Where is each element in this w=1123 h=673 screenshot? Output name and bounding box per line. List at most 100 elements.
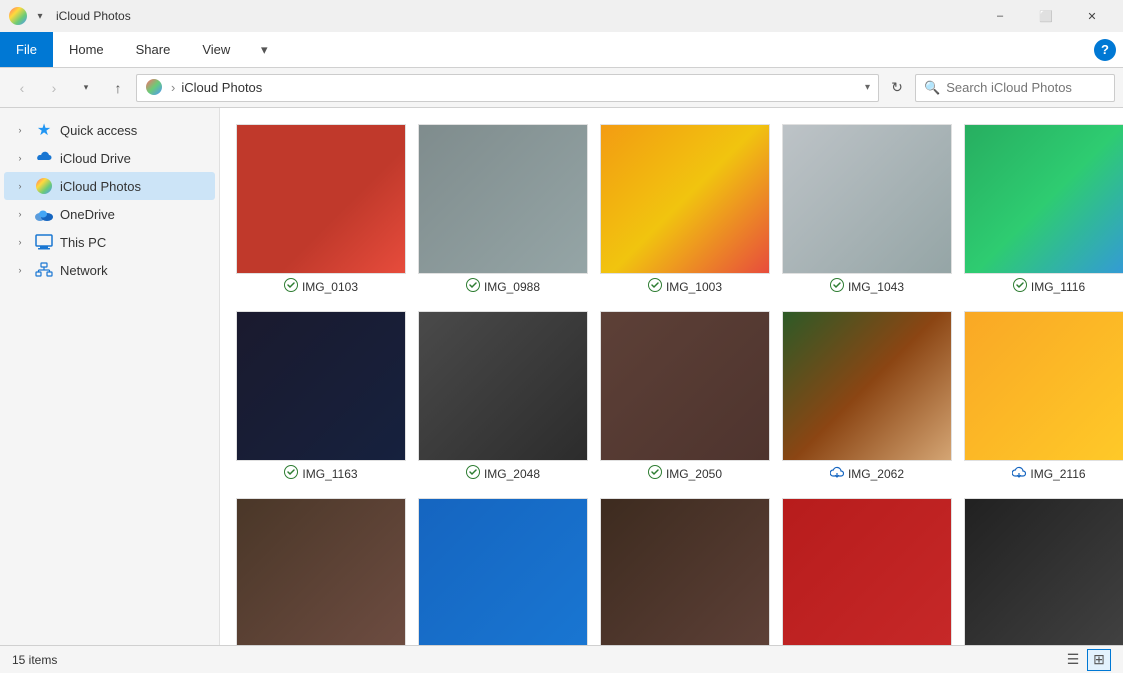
main-area: › ★ Quick access › iCloud Drive › xyxy=(0,108,1123,645)
photo-label: IMG_2050 xyxy=(648,465,722,482)
address-path[interactable]: › iCloud Photos ▾ xyxy=(136,74,879,102)
expand-icon: › xyxy=(12,122,28,138)
photo-filename: IMG_2048 xyxy=(484,467,540,481)
title-bar: ▾ iCloud Photos – ⬜ ✕ xyxy=(0,0,1123,32)
photo-item[interactable]: IMG_1003 xyxy=(600,124,770,295)
photo-label: IMG_1116 xyxy=(1013,278,1085,295)
app-icon xyxy=(8,6,28,26)
search-input[interactable] xyxy=(946,80,1122,95)
search-icon: 🔍 xyxy=(924,80,940,96)
photo-item[interactable]: IMG_0103 xyxy=(236,124,406,295)
minimize-button[interactable]: – xyxy=(977,0,1023,32)
sidebar-item-quick-access[interactable]: › ★ Quick access xyxy=(4,116,215,144)
up-button[interactable]: ↑ xyxy=(104,74,132,102)
photo-filename: IMG_0988 xyxy=(484,280,540,294)
photo-thumbnail xyxy=(782,498,952,645)
sidebar-item-label: iCloud Photos xyxy=(60,179,141,194)
photo-area: IMG_0103 IMG_0988 IMG_1003 IMG_1043 IMG_1116… xyxy=(220,108,1123,645)
photo-item[interactable]: IMG_4051 xyxy=(964,498,1123,645)
photo-label: IMG_0988 xyxy=(466,278,540,295)
title-bar-menu[interactable]: ▾ xyxy=(32,8,48,24)
photo-item[interactable]: IMG_4049 xyxy=(782,498,952,645)
synced-icon xyxy=(830,278,844,295)
expand-icon: › xyxy=(12,262,28,278)
icloud-photos-icon xyxy=(34,176,54,196)
path-icon xyxy=(145,78,165,98)
synced-icon xyxy=(284,465,298,482)
photo-item[interactable]: IMG_1116 xyxy=(964,124,1123,295)
photo-label: IMG_1043 xyxy=(830,278,904,295)
photo-item[interactable]: IMG_4046 xyxy=(600,498,770,645)
photo-thumbnail xyxy=(782,124,952,274)
photo-thumbnail xyxy=(964,498,1123,645)
photo-thumbnail xyxy=(236,498,406,645)
tab-view[interactable]: View xyxy=(186,32,246,67)
details-view-button[interactable]: ☰ xyxy=(1061,649,1085,671)
title-bar-controls: – ⬜ ✕ xyxy=(977,0,1115,32)
photo-item[interactable]: IMG_2048 xyxy=(418,311,588,482)
photo-item[interactable]: IMG_2050 xyxy=(600,311,770,482)
address-bar: ‹ › ▾ ↑ › iCloud Photos ▾ ↻ 🔍 xyxy=(0,68,1123,108)
photo-item[interactable]: IMG_4044 xyxy=(418,498,588,645)
maximize-button[interactable]: ⬜ xyxy=(1023,0,1069,32)
sidebar-item-icloud-drive[interactable]: › iCloud Drive xyxy=(4,144,215,172)
expand-icon: › xyxy=(12,178,28,194)
photo-thumbnail xyxy=(600,124,770,274)
photo-item[interactable]: IMG_0988 xyxy=(418,124,588,295)
photo-filename: IMG_1116 xyxy=(1031,280,1085,294)
onedrive-icon xyxy=(34,204,54,224)
sidebar-item-onedrive[interactable]: › OneDrive xyxy=(4,200,215,228)
photo-item[interactable]: IMG_2116 xyxy=(964,311,1123,482)
photo-filename: IMG_2116 xyxy=(1030,467,1085,481)
photo-label: IMG_2116 xyxy=(1012,465,1085,482)
view-toggle: ☰ ⊞ xyxy=(1061,649,1111,671)
photo-item[interactable]: IMG_1163 xyxy=(236,311,406,482)
forward-button[interactable]: › xyxy=(40,74,68,102)
item-count: 15 items xyxy=(12,653,57,667)
back-button[interactable]: ‹ xyxy=(8,74,36,102)
photo-label: IMG_1003 xyxy=(648,278,722,295)
photo-label: IMG_2062 xyxy=(830,465,904,482)
expand-icon: › xyxy=(12,150,28,166)
photo-thumbnail xyxy=(418,124,588,274)
photo-thumbnail xyxy=(418,498,588,645)
sidebar-item-icloud-photos[interactable]: › iCloud Photos xyxy=(4,172,215,200)
sidebar-item-this-pc[interactable]: › This PC xyxy=(4,228,215,256)
expand-icon: › xyxy=(12,234,28,250)
photo-label: IMG_0103 xyxy=(284,278,358,295)
address-path-text: iCloud Photos xyxy=(181,80,865,95)
sidebar-item-label: iCloud Drive xyxy=(60,151,131,166)
large-icons-view-button[interactable]: ⊞ xyxy=(1087,649,1111,671)
nav-dropdown-button[interactable]: ▾ xyxy=(72,74,100,102)
synced-icon xyxy=(284,278,298,295)
tab-home[interactable]: Home xyxy=(53,32,120,67)
photo-thumbnail xyxy=(782,311,952,461)
synced-icon xyxy=(648,465,662,482)
search-box[interactable]: 🔍 xyxy=(915,74,1115,102)
refresh-button[interactable]: ↻ xyxy=(883,74,911,102)
synced-icon xyxy=(466,278,480,295)
sidebar-item-label: OneDrive xyxy=(60,207,115,222)
photo-filename: IMG_1043 xyxy=(848,280,904,294)
photo-thumbnail xyxy=(964,124,1123,274)
photo-filename: IMG_2050 xyxy=(666,467,722,481)
tab-share[interactable]: Share xyxy=(120,32,187,67)
sidebar-item-network[interactable]: › Network xyxy=(4,256,215,284)
ribbon-collapse-button[interactable]: ▾ xyxy=(246,32,282,67)
cloud-drive-icon xyxy=(34,148,54,168)
photo-filename: IMG_2062 xyxy=(848,467,904,481)
photo-item[interactable]: IMG_2062 xyxy=(782,311,952,482)
help-button[interactable]: ? xyxy=(1087,32,1123,67)
sidebar: › ★ Quick access › iCloud Drive › xyxy=(0,108,220,645)
close-button[interactable]: ✕ xyxy=(1069,0,1115,32)
tab-file[interactable]: File xyxy=(0,32,53,67)
cloud-icon xyxy=(830,465,844,482)
photo-thumbnail xyxy=(418,311,588,461)
photo-thumbnail xyxy=(600,311,770,461)
address-path-chevron: ▾ xyxy=(865,82,870,93)
network-icon xyxy=(34,260,54,280)
photo-thumbnail xyxy=(236,124,406,274)
photo-item[interactable]: IMG_1043 xyxy=(782,124,952,295)
photo-item[interactable]: IMG_2144 xyxy=(236,498,406,645)
sidebar-item-label: Network xyxy=(60,263,108,278)
